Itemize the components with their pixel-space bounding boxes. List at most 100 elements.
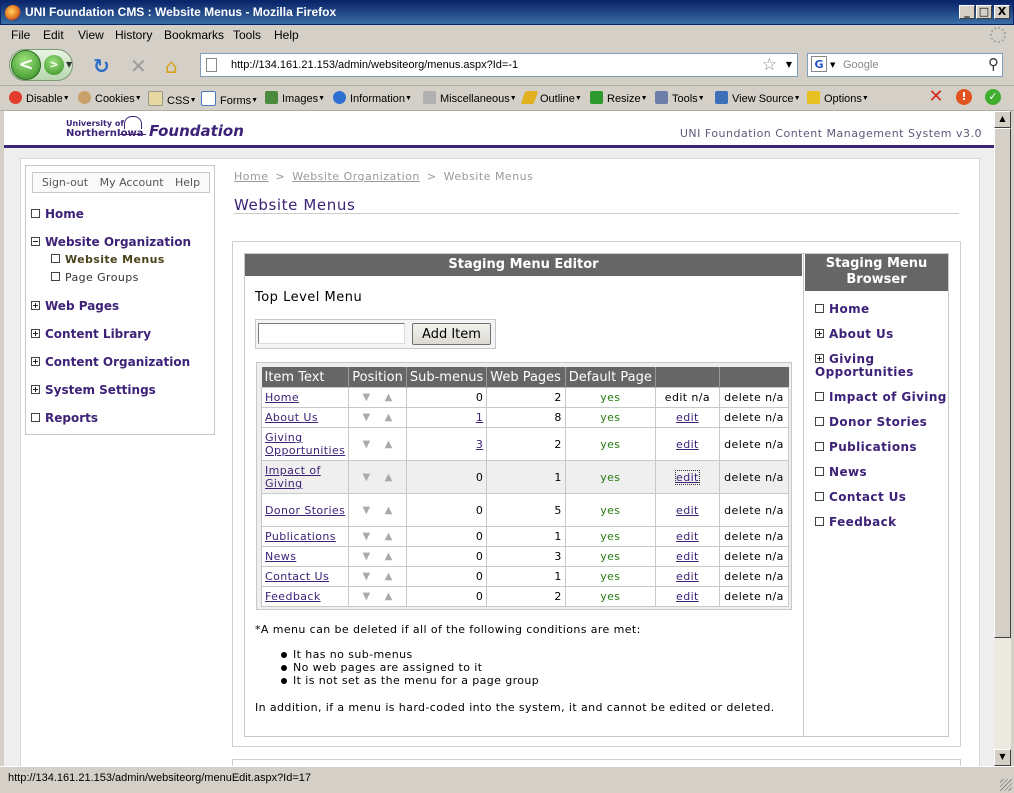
item-text-link[interactable]: News (265, 550, 296, 563)
edit-link[interactable]: edit (676, 438, 699, 451)
minimize-button[interactable]: _ (959, 5, 975, 19)
move-down-arrow-icon[interactable]: ▼ (362, 551, 370, 562)
sidebar-item-website-menus[interactable]: Website Menus (51, 253, 165, 266)
resize-menu[interactable]: Resize▼ (590, 91, 648, 105)
reload-icon[interactable]: ↻ (93, 56, 110, 76)
item-text-link[interactable]: Giving Opportunities (265, 431, 345, 457)
move-up-arrow-icon[interactable]: ▲ (385, 439, 393, 450)
back-arrow-icon[interactable]: < (11, 50, 41, 80)
tools-menu[interactable]: Tools▼ (655, 91, 705, 105)
resize-grip-icon[interactable] (1000, 779, 1012, 791)
move-up-arrow-icon[interactable]: ▲ (385, 571, 393, 582)
browser-item-donor-stories[interactable]: Donor Stories (815, 416, 927, 429)
expand-icon[interactable] (815, 329, 824, 338)
engine-dropdown-icon[interactable]: ▼ (830, 61, 835, 69)
move-up-arrow-icon[interactable]: ▲ (385, 505, 393, 516)
expand-icon[interactable] (31, 385, 40, 394)
move-down-arrow-icon[interactable]: ▼ (362, 505, 370, 516)
sidebar-item-content-organization[interactable]: Content Organization (31, 355, 190, 369)
breadcrumb-home[interactable]: Home (234, 170, 268, 183)
item-text-link[interactable]: Home (265, 391, 299, 404)
move-down-arrow-icon[interactable]: ▼ (362, 531, 370, 542)
close-toolbar-icon[interactable]: ✕ (928, 88, 944, 106)
search-icon[interactable]: ⚲ (988, 55, 999, 73)
scroll-up-arrow-icon[interactable]: ▲ (994, 111, 1011, 128)
expand-icon[interactable] (31, 357, 40, 366)
sidebar-item-content-library[interactable]: Content Library (31, 327, 151, 341)
bookmark-star-icon[interactable]: ☆ (762, 55, 777, 75)
sign-out-link[interactable]: Sign-out (42, 176, 88, 189)
cookies-menu[interactable]: Cookies▼ (78, 91, 142, 105)
add-item-button[interactable]: Add Item (412, 323, 491, 345)
help-link[interactable]: Help (175, 176, 200, 189)
miscellaneous-menu[interactable]: Miscellaneous▼ (423, 91, 517, 105)
valid-status-icon[interactable]: ✓ (985, 89, 1001, 105)
forward-arrow-icon[interactable]: > (44, 55, 64, 75)
scroll-down-arrow-icon[interactable]: ▼ (994, 749, 1011, 766)
browser-item-home[interactable]: Home (815, 303, 870, 316)
new-item-input[interactable] (258, 323, 405, 344)
close-button[interactable]: X (994, 5, 1010, 19)
move-down-arrow-icon[interactable]: ▼ (362, 571, 370, 582)
browser-item-about-us[interactable]: About Us (815, 328, 894, 341)
breadcrumb-website-organization[interactable]: Website Organization (292, 170, 420, 183)
search-placeholder[interactable]: Google (843, 59, 878, 71)
collapse-icon[interactable] (31, 237, 40, 246)
browser-item-giving-opportunities[interactable]: Giving Opportunities (815, 353, 950, 379)
disable-menu[interactable]: Disable▼ (9, 91, 70, 105)
edit-link[interactable]: edit (676, 411, 699, 424)
forms-menu[interactable]: Forms▼ (201, 91, 258, 107)
browser-item-publications[interactable]: Publications (815, 441, 917, 454)
options-menu[interactable]: Options▼ (807, 91, 869, 105)
item-text-link[interactable]: Contact Us (265, 570, 329, 583)
move-down-arrow-icon[interactable]: ▼ (362, 439, 370, 450)
menu-bookmarks[interactable]: Bookmarks (164, 28, 224, 42)
browser-item-feedback[interactable]: Feedback (815, 516, 897, 529)
images-menu[interactable]: Images▼ (265, 91, 325, 105)
edit-link[interactable]: edit (675, 469, 700, 485)
edit-link[interactable]: edit (676, 550, 699, 563)
google-engine-icon[interactable]: G (811, 56, 827, 72)
edit-link[interactable]: edit (676, 530, 699, 543)
url-bar[interactable]: http://134.161.21.153/admin/websiteorg/m… (200, 53, 798, 77)
window-titlebar[interactable]: UNI Foundation CMS : Website Menus - Moz… (0, 0, 1014, 25)
expand-icon[interactable] (31, 301, 40, 310)
edit-link[interactable]: edit (676, 590, 699, 603)
expand-icon[interactable] (31, 329, 40, 338)
menu-help[interactable]: Help (274, 28, 299, 42)
sidebar-item-system-settings[interactable]: System Settings (31, 383, 156, 397)
outline-menu[interactable]: Outline▼ (520, 91, 582, 105)
my-account-link[interactable]: My Account (100, 176, 164, 189)
menu-history[interactable]: History (115, 28, 152, 42)
sidebar-item-home[interactable]: Home (31, 207, 84, 221)
move-up-arrow-icon[interactable]: ▲ (385, 472, 393, 483)
move-up-arrow-icon[interactable]: ▲ (385, 412, 393, 423)
item-text-link[interactable]: Feedback (265, 590, 321, 603)
maximize-button[interactable]: □ (976, 5, 992, 19)
url-text[interactable]: http://134.161.21.153/admin/websiteorg/m… (231, 59, 518, 71)
search-bar[interactable]: G ▼ Google ⚲ (807, 53, 1003, 77)
move-up-arrow-icon[interactable]: ▲ (385, 551, 393, 562)
move-down-arrow-icon[interactable]: ▼ (362, 591, 370, 602)
menu-file[interactable]: File (11, 28, 30, 42)
browser-item-contact-us[interactable]: Contact Us (815, 491, 906, 504)
item-text-link[interactable]: Publications (265, 530, 336, 543)
move-up-arrow-icon[interactable]: ▲ (385, 531, 393, 542)
submenus-link[interactable]: 1 (476, 411, 483, 424)
sidebar-item-reports[interactable]: Reports (31, 411, 98, 425)
move-down-arrow-icon[interactable]: ▼ (362, 472, 370, 483)
browser-item-impact-of-giving[interactable]: Impact of Giving (815, 391, 947, 404)
item-text-link[interactable]: Impact of Giving (265, 464, 321, 490)
sidebar-item-page-groups[interactable]: Page Groups (51, 271, 139, 284)
home-icon[interactable]: ⌂ (165, 56, 178, 76)
move-down-arrow-icon[interactable]: ▼ (362, 412, 370, 423)
history-dropdown-icon[interactable]: ▼ (66, 60, 72, 69)
vertical-scrollbar[interactable]: ▲ ▼ (994, 111, 1011, 766)
css-menu[interactable]: CSS▼ (148, 91, 197, 107)
submenus-link[interactable]: 3 (476, 438, 483, 451)
stop-icon[interactable]: ✕ (130, 56, 147, 76)
move-down-arrow-icon[interactable]: ▼ (362, 392, 370, 403)
browser-item-news[interactable]: News (815, 466, 867, 479)
information-menu[interactable]: Information▼ (333, 91, 412, 105)
url-dropdown-icon[interactable]: ▼ (786, 60, 792, 69)
